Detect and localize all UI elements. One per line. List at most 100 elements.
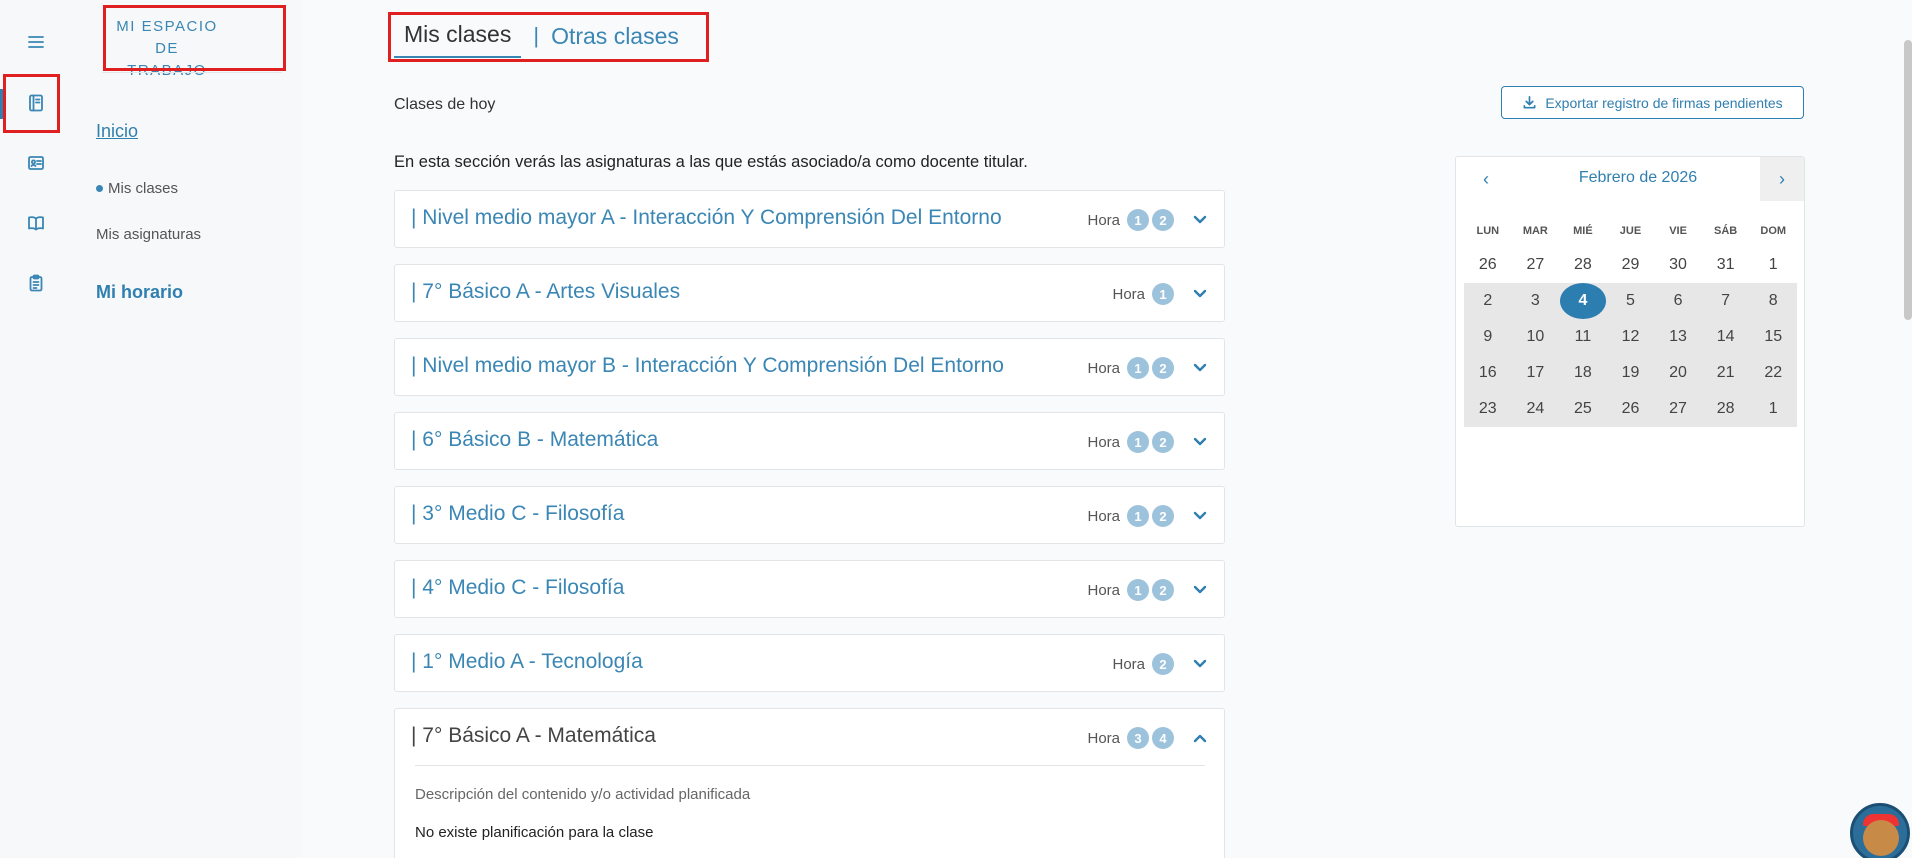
expand-toggle[interactable] bbox=[1192, 286, 1208, 302]
workspace-sidebar: MI ESPACIO DE TRABAJO Inicio Mis clases … bbox=[72, 0, 302, 858]
tab-mis-clases[interactable]: Mis clases bbox=[394, 15, 522, 58]
calendar-day[interactable]: 19 bbox=[1606, 355, 1655, 391]
calendar-day[interactable]: 10 bbox=[1511, 319, 1560, 355]
class-title: | 7° Básico A - Matemática bbox=[411, 724, 656, 747]
calendar-day[interactable]: 23 bbox=[1464, 391, 1512, 427]
calendar-day[interactable]: 25 bbox=[1559, 391, 1607, 427]
calendar-day[interactable]: 28 bbox=[1559, 247, 1607, 283]
calendar-day[interactable]: 5 bbox=[1606, 283, 1655, 319]
sidebar-divider bbox=[102, 72, 282, 73]
class-card[interactable]: | 4° Medio C - Filosofía Hora 1 2 bbox=[394, 560, 1225, 618]
calendar-day-number: 28 bbox=[1716, 400, 1735, 417]
sidebar-item-mis-asignaturas[interactable]: Mis asignaturas bbox=[96, 226, 201, 243]
class-card[interactable]: | Nivel medio mayor B - Interacción Y Co… bbox=[394, 338, 1225, 396]
hour-badge: 2 bbox=[1152, 209, 1174, 231]
class-card[interactable]: | 6° Básico B - Matemática Hora 1 2 bbox=[394, 412, 1225, 470]
calendar-day-number: 24 bbox=[1526, 400, 1545, 417]
class-title: | 4° Medio C - Filosofía bbox=[411, 576, 625, 599]
calendar-day[interactable]: 28 bbox=[1701, 391, 1750, 427]
id-card-nav-button[interactable] bbox=[0, 141, 72, 185]
calendar-day[interactable]: 14 bbox=[1701, 319, 1750, 355]
class-title: | Nivel medio mayor B - Interacción Y Co… bbox=[411, 354, 1004, 377]
expand-toggle[interactable] bbox=[1192, 508, 1208, 524]
expand-toggle[interactable] bbox=[1192, 730, 1208, 746]
hour-badge: 1 bbox=[1152, 283, 1174, 305]
calendar-day-number: 4 bbox=[1559, 283, 1606, 319]
calendar-day[interactable]: 1 bbox=[1749, 391, 1797, 427]
calendar-day[interactable]: 18 bbox=[1559, 355, 1607, 391]
class-title: | 7° Básico A - Artes Visuales bbox=[411, 280, 681, 303]
class-hours: Hora 1 2 bbox=[1087, 357, 1208, 379]
id-card-icon bbox=[28, 156, 44, 170]
export-pending-signatures-button[interactable]: Exportar registro de firmas pendientes bbox=[1501, 86, 1804, 119]
calendar-day[interactable]: 8 bbox=[1749, 283, 1797, 319]
no-plan-message: No existe planificación para la clase bbox=[415, 824, 654, 841]
calendar-day-number: 17 bbox=[1526, 364, 1545, 381]
calendar-day[interactable]: 2 bbox=[1464, 283, 1512, 319]
calendar-weekdays: LUN MAR MIÉ JUE VIE SÁB DOM bbox=[1464, 225, 1797, 237]
today-label: Clases de hoy bbox=[394, 96, 496, 113]
hora-label: Hora bbox=[1087, 729, 1120, 747]
subjects-nav-button[interactable] bbox=[0, 201, 72, 245]
class-card[interactable]: | 3° Medio C - Filosofía Hora 1 2 bbox=[394, 486, 1225, 544]
class-card[interactable]: | Nivel medio mayor A - Interacción Y Co… bbox=[394, 190, 1225, 248]
assistant-avatar[interactable] bbox=[1850, 803, 1910, 858]
expand-toggle[interactable] bbox=[1192, 360, 1208, 376]
calendar-day[interactable]: 17 bbox=[1511, 355, 1560, 391]
tab-otras-clases[interactable]: Otras clases bbox=[551, 23, 679, 50]
calendar-day[interactable]: 20 bbox=[1654, 355, 1702, 391]
calendar-day[interactable]: 15 bbox=[1749, 319, 1797, 355]
calendar-day[interactable]: 26 bbox=[1606, 391, 1655, 427]
section-intro: En esta sección verás las asignaturas a … bbox=[394, 153, 1028, 171]
expand-toggle[interactable] bbox=[1192, 582, 1208, 598]
calendar-day[interactable]: 6 bbox=[1654, 283, 1702, 319]
hora-label: Hora bbox=[1087, 433, 1120, 451]
calendar-day-today[interactable]: 4 bbox=[1559, 283, 1607, 319]
calendar-day[interactable]: 31 bbox=[1702, 247, 1750, 283]
class-card[interactable]: | 7° Básico A - Matemática Hora 3 4 Descripc… bbox=[394, 708, 1225, 858]
calendar-day-number: 23 bbox=[1478, 400, 1497, 417]
chevron-down-icon bbox=[1193, 585, 1207, 594]
calendar-day[interactable]: 22 bbox=[1749, 355, 1797, 391]
calendar-day[interactable]: 30 bbox=[1654, 247, 1702, 283]
class-card[interactable]: | 1° Medio A - Tecnología Hora 2 bbox=[394, 634, 1225, 692]
clipboard-nav-button[interactable] bbox=[0, 261, 72, 305]
calendar-day[interactable]: 24 bbox=[1511, 391, 1560, 427]
calendar-day-number: 14 bbox=[1716, 328, 1735, 345]
chevron-up-icon bbox=[1193, 734, 1207, 743]
chevron-down-icon bbox=[1193, 437, 1207, 446]
calendar-day-number: 15 bbox=[1764, 328, 1783, 345]
calendar-day[interactable]: 12 bbox=[1606, 319, 1655, 355]
calendar-day-number: 21 bbox=[1716, 364, 1735, 381]
calendar-day[interactable]: 1 bbox=[1749, 247, 1797, 283]
calendar-day[interactable]: 9 bbox=[1464, 319, 1512, 355]
calendar-next-button[interactable]: › bbox=[1760, 157, 1804, 201]
sidebar-item-inicio[interactable]: Inicio bbox=[96, 121, 138, 142]
calendar-day[interactable]: 3 bbox=[1511, 283, 1560, 319]
calendar-day[interactable]: 16 bbox=[1464, 355, 1512, 391]
calendar-day[interactable]: 7 bbox=[1701, 283, 1750, 319]
class-card[interactable]: | 7° Básico A - Artes Visuales Hora 1 bbox=[394, 264, 1225, 322]
clipboard-icon bbox=[29, 274, 43, 292]
expand-toggle[interactable] bbox=[1192, 434, 1208, 450]
expand-toggle[interactable] bbox=[1192, 212, 1208, 228]
calendar-day[interactable]: 13 bbox=[1654, 319, 1702, 355]
calendar-day[interactable]: 27 bbox=[1512, 247, 1560, 283]
workspace-nav-button[interactable] bbox=[0, 81, 72, 125]
calendar-day[interactable]: 27 bbox=[1654, 391, 1702, 427]
sidebar-item-mis-clases[interactable]: Mis clases bbox=[96, 180, 178, 197]
menu-button[interactable] bbox=[0, 20, 72, 64]
calendar-day[interactable]: 29 bbox=[1607, 247, 1655, 283]
hora-label: Hora bbox=[1112, 655, 1145, 673]
hour-badge: 2 bbox=[1152, 357, 1174, 379]
sidebar-item-mi-horario[interactable]: Mi horario bbox=[96, 282, 183, 303]
expand-toggle[interactable] bbox=[1192, 656, 1208, 672]
chevron-down-icon bbox=[1193, 363, 1207, 372]
calendar-prev-button[interactable]: ‹ bbox=[1456, 157, 1516, 201]
calendar-day[interactable]: 21 bbox=[1701, 355, 1750, 391]
hour-badge: 3 bbox=[1127, 727, 1149, 749]
class-title: | 6° Básico B - Matemática bbox=[411, 428, 659, 451]
calendar-day[interactable]: 11 bbox=[1559, 319, 1607, 355]
page-scrollbar[interactable] bbox=[1904, 40, 1912, 320]
calendar-day[interactable]: 26 bbox=[1464, 247, 1512, 283]
